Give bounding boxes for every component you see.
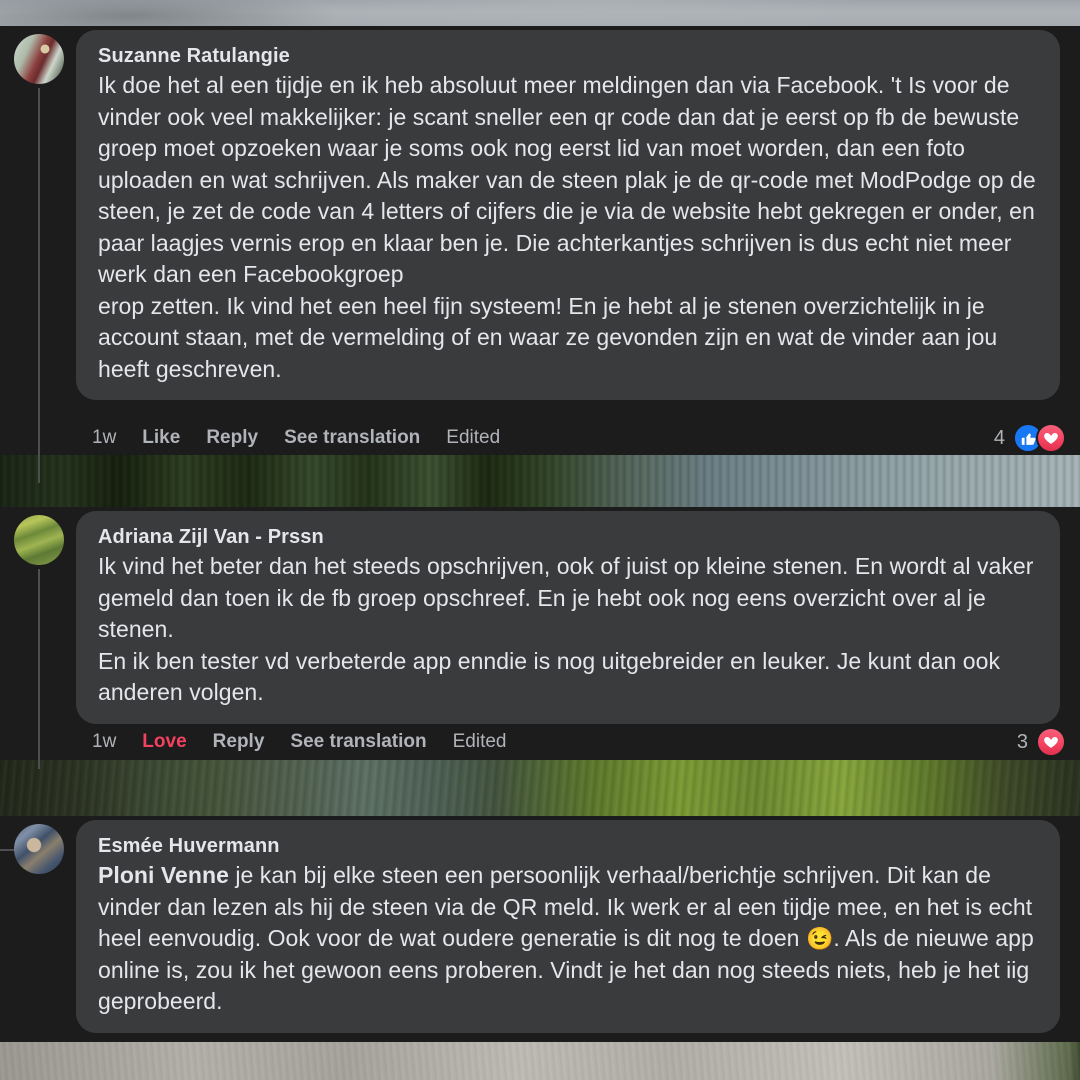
reaction-count: 4: [993, 426, 1005, 449]
comment-bubble: Esmée Huvermann Ploni Venne je kan bij e…: [76, 820, 1060, 1033]
comment-bubble: Adriana Zijl Van - Prssn Ik vind het bet…: [76, 511, 1060, 724]
reply-button[interactable]: Reply: [213, 731, 265, 753]
love-heart-icon: [1036, 423, 1066, 453]
thread-line: [38, 569, 40, 769]
background-forest-photo: [0, 455, 1080, 507]
comment-actions: 1w Like Reply See translation Edited 4: [92, 421, 1066, 455]
edited-label: Edited: [452, 731, 507, 752]
see-translation-link[interactable]: See translation: [290, 731, 426, 753]
reaction-summary[interactable]: 3: [1017, 727, 1066, 757]
reaction-badges: [1013, 423, 1066, 453]
mention-link[interactable]: Ploni Venne: [98, 862, 229, 888]
background-stone-photo: [0, 1042, 1080, 1080]
comment-bubble: Suzanne Ratulangie Ik doe het al een tij…: [76, 30, 1060, 400]
avatar[interactable]: [14, 824, 64, 874]
comment-author[interactable]: Suzanne Ratulangie: [98, 43, 1038, 70]
see-translation-link[interactable]: See translation: [284, 427, 420, 449]
wink-emoji: 😉: [805, 926, 834, 951]
comment-thread-page: Suzanne Ratulangie Ik doe het al een tij…: [0, 0, 1080, 1080]
comment-text: Ploni Venne je kan bij elke steen een pe…: [98, 860, 1038, 1018]
reaction-count: 3: [1016, 730, 1028, 753]
thread-line: [38, 88, 40, 483]
timestamp[interactable]: 1w: [92, 731, 116, 753]
like-button[interactable]: Like: [142, 427, 180, 449]
comment-text: Ik vind het beter dan het steeds opschri…: [98, 553, 1034, 705]
comment-author[interactable]: Adriana Zijl Van - Prssn: [98, 524, 1038, 551]
comment-author[interactable]: Esmée Huvermann: [98, 833, 1038, 860]
background-marsh-photo: [0, 760, 1080, 816]
comment-actions: 1w Love Reply See translation Edited 3: [92, 725, 1066, 759]
avatar[interactable]: [14, 34, 64, 84]
love-button[interactable]: Love: [142, 731, 186, 753]
comment-2: Adriana Zijl Van - Prssn Ik vind het bet…: [0, 507, 1080, 769]
comment-3: Esmée Huvermann Ploni Venne je kan bij e…: [0, 816, 1080, 1042]
reaction-badges: [1036, 727, 1066, 757]
comment-text: Ik doe het al een tijdje en ik heb absol…: [98, 72, 1036, 382]
reaction-summary[interactable]: 4: [994, 423, 1066, 453]
love-heart-icon: [1036, 727, 1066, 757]
background-sky-photo: [0, 0, 1080, 26]
edited-label: Edited: [446, 427, 501, 448]
comment-1: Suzanne Ratulangie Ik doe het al een tij…: [0, 26, 1080, 483]
reply-button[interactable]: Reply: [206, 427, 258, 449]
timestamp[interactable]: 1w: [92, 427, 116, 449]
avatar[interactable]: [14, 515, 64, 565]
